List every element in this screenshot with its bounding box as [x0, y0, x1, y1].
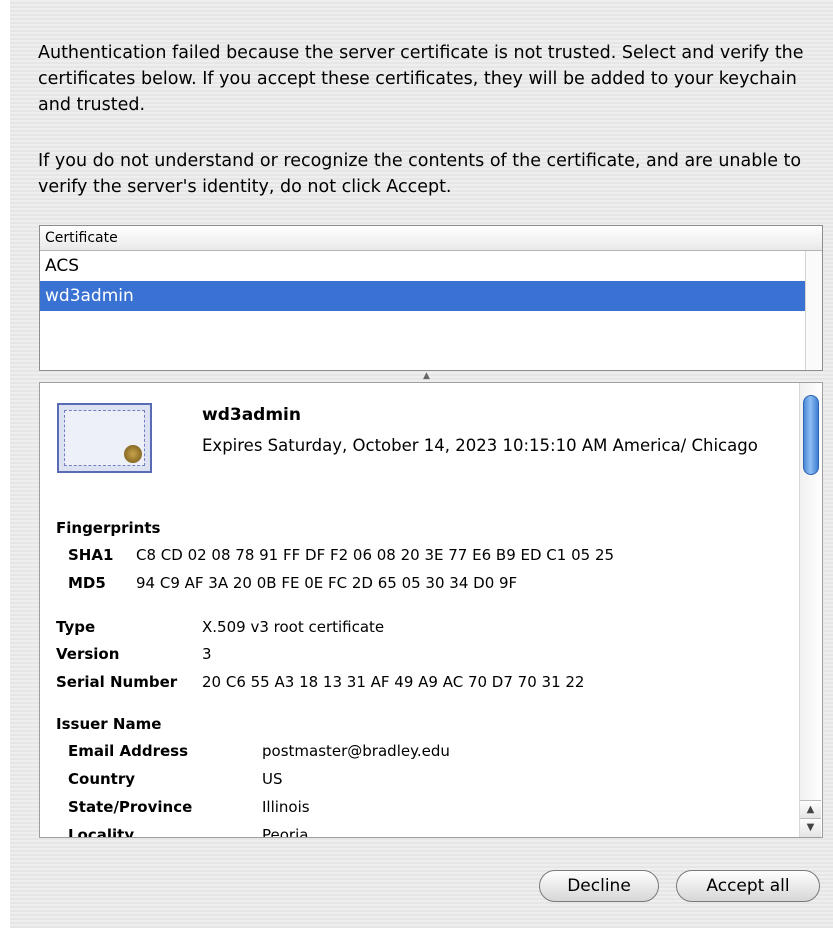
scroll-up-arrow-icon[interactable]: ▲: [800, 800, 821, 819]
serial-number-value: 20 C6 55 A3 18 13 31 AF 49 A9 AC 70 D7 7…: [202, 673, 585, 691]
dialog-sheet: Authentication failed because the server…: [10, 0, 833, 928]
certificate-list-item[interactable]: ACS: [40, 251, 806, 281]
issuer-field-value: postmaster@bradley.edu: [262, 742, 450, 760]
caution-message: If you do not understand or recognize th…: [38, 151, 802, 197]
warning-message: Authentication failed because the server…: [38, 43, 804, 115]
issuer-name-heading: Issuer Name: [56, 715, 162, 733]
version-label: Version: [56, 645, 120, 663]
divider-grip-icon: ▲: [423, 371, 430, 381]
sha1-label: SHA1: [68, 546, 114, 564]
certificate-expiration: Expires Saturday, October 14, 2023 10:15…: [202, 436, 758, 455]
issuer-field-label: Locality: [68, 826, 135, 838]
certificate-list-item-selected[interactable]: wd3admin: [40, 281, 806, 311]
list-scrollbar[interactable]: [805, 251, 822, 370]
type-label: Type: [56, 618, 96, 636]
sha1-value: C8 CD 02 08 78 91 FF DF F2 06 08 20 3E 7…: [136, 546, 615, 564]
issuer-field-value: Peoria: [262, 826, 309, 838]
certificate-list[interactable]: Certificate ACS wd3admin: [39, 225, 823, 371]
type-value: X.509 v3 root certificate: [202, 618, 385, 636]
md5-value: 94 C9 AF 3A 20 0B FE 0E FC 2D 65 05 30 3…: [136, 574, 518, 592]
issuer-field-value: US: [262, 770, 283, 788]
certificate-icon: [57, 403, 152, 473]
split-view-divider[interactable]: ▲: [39, 371, 823, 382]
scrollbar-thumb[interactable]: [803, 395, 819, 475]
decline-button[interactable]: Decline: [539, 870, 659, 902]
scroll-down-arrow-icon[interactable]: ▼: [800, 818, 821, 837]
issuer-field-label: State/Province: [68, 798, 193, 816]
seal-icon: [124, 445, 142, 463]
issuer-field-label: Country: [68, 770, 136, 788]
serial-number-label: Serial Number: [56, 673, 178, 691]
certificate-name: wd3admin: [202, 405, 301, 425]
details-scrollbar[interactable]: ▲ ▼: [799, 383, 822, 837]
issuer-field-label: Email Address: [68, 742, 189, 760]
issuer-field-value: Illinois: [262, 798, 310, 816]
accept-all-button[interactable]: Accept all: [676, 870, 820, 902]
version-value: 3: [202, 645, 212, 663]
fingerprints-heading: Fingerprints: [56, 519, 161, 537]
certificate-details-pane[interactable]: wd3admin Expires Saturday, October 14, 2…: [39, 382, 823, 838]
certificate-column-header[interactable]: Certificate: [40, 226, 822, 251]
md5-label: MD5: [68, 574, 106, 592]
